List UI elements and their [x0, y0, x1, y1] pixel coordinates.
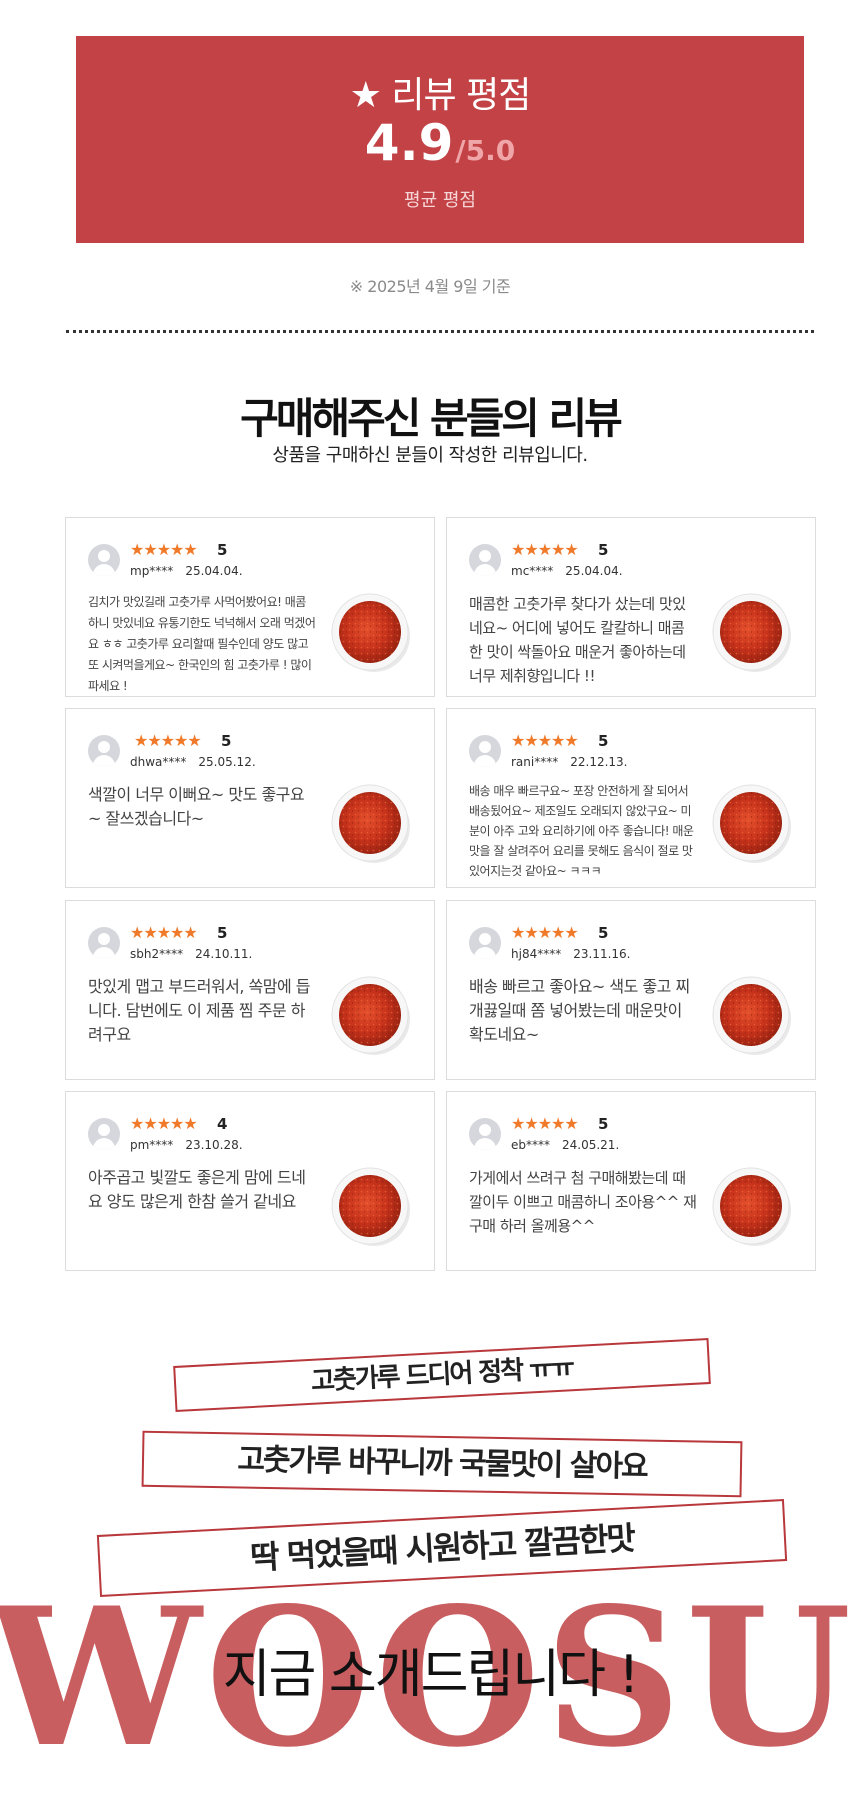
reviews-section-subtitle: 상품을 구매하신 분들이 작성한 리뷰입니다.	[272, 445, 588, 466]
chili-powder-bowl-image	[711, 592, 791, 672]
review-date: 22.12.13.	[570, 755, 628, 769]
star-rating-icon: ★★★★★	[130, 1114, 198, 1133]
review-score: 5	[221, 732, 232, 750]
intro-heading: 지금 소개드립니다 !	[222, 1645, 640, 1705]
review-text: 매콤한 고춧가루 찾다가 샀는데 맛있네요~ 어디에 넣어도 칼칼하니 매콤한 …	[469, 595, 686, 685]
review-text: 아주곱고 빛깔도 좋은게 맘에 드네요 양도 많은게 한참 쓸거 같네요	[88, 1168, 306, 1211]
rating-basis-note: ※ 2025년 4월 9일 기준	[349, 277, 511, 296]
chili-powder-bowl-image	[711, 1166, 791, 1246]
review-text: 배송 빠르고 좋아요~ 색도 좋고 찌개끓일때 쫌 넣어봤는데 매운맛이 확도네…	[469, 977, 690, 1044]
review-text: 가게에서 쓰려구 첨 구매해봤는데 때깔이두 이쁘고 매콤하니 조아용^^ 재구…	[469, 1169, 697, 1235]
review-score: 4	[217, 1115, 228, 1133]
review-user: eb****	[511, 1138, 550, 1152]
review-meta: mp**** 25.04.04.	[130, 564, 243, 578]
chili-powder-bowl-image	[711, 783, 791, 863]
avatar	[469, 735, 501, 767]
review-user: hj84****	[511, 947, 562, 961]
review-score: 5	[598, 541, 609, 559]
review-date: 25.05.12.	[198, 755, 256, 769]
review-date: 24.05.21.	[562, 1138, 620, 1152]
avatar	[88, 927, 120, 959]
avatar	[469, 927, 501, 959]
avatar	[469, 544, 501, 576]
review-date: 23.10.28.	[185, 1138, 243, 1152]
star-rating-icon: ★★★★★	[130, 540, 198, 559]
review-user: dhwa****	[130, 755, 187, 769]
review-user: mc****	[511, 564, 554, 578]
rating-caption: 평균 평점	[404, 190, 476, 211]
avatar	[88, 1118, 120, 1150]
review-score: 5	[598, 732, 609, 750]
review-user: pm****	[130, 1138, 174, 1152]
review-card: ★★★★★ 5 eb**** 24.05.21. 가게에서 쓰려구 첨 구매해봤는…	[446, 1091, 816, 1271]
review-meta: hj84**** 23.11.16.	[511, 947, 630, 961]
review-card: ★★★★★ 5 rani**** 22.12.13. 배송 매우 빠르구요~ 포장…	[446, 708, 816, 888]
review-text: 맛있게 맵고 부드러워서, 쏙맘에 듭니다. 담번에도 이 제품 찜 주문 하려…	[88, 977, 311, 1044]
review-card: ★★★★★ 5 dhwa**** 25.05.12. 색깔이 너무 이뻐요~ 맛도…	[65, 708, 435, 888]
chili-powder-bowl-image	[330, 975, 410, 1055]
star-rating-icon: ★★★★★	[511, 731, 579, 750]
review-score: 5	[217, 924, 228, 942]
review-date: 25.04.04.	[185, 564, 243, 578]
review-date: 24.10.11.	[195, 947, 253, 961]
review-text: 색깔이 너무 이뻐요~ 맛도 좋구요~ 잘쓰겠습니다~	[88, 785, 305, 828]
review-meta: mc**** 25.04.04.	[511, 564, 623, 578]
review-date: 23.11.16.	[573, 947, 631, 961]
chili-powder-bowl-image	[711, 975, 791, 1055]
rating-score-max: /5.0	[455, 134, 516, 167]
review-text: 배송 매우 빠르구요~ 포장 안전하게 잘 되어서 배송됬어요~ 제조일도 오래…	[469, 784, 694, 878]
review-meta: rani**** 22.12.13.	[511, 755, 628, 769]
review-score: 5	[598, 1115, 609, 1133]
avatar	[469, 1118, 501, 1150]
review-meta: eb**** 24.05.21.	[511, 1138, 619, 1152]
review-card: ★★★★★ 5 hj84**** 23.11.16. 배송 빠르고 좋아요~ 색도…	[446, 900, 816, 1080]
dotted-divider	[66, 330, 814, 333]
chili-powder-bowl-image	[330, 1166, 410, 1246]
review-score: 5	[217, 541, 228, 559]
review-meta: sbh2**** 24.10.11.	[130, 947, 252, 961]
star-rating-icon: ★★★★★	[511, 1114, 579, 1133]
rating-score: 4.9/5.0	[76, 118, 804, 168]
star-rating-icon: ★★★★★	[511, 923, 579, 942]
avatar	[88, 735, 120, 767]
avatar	[88, 544, 120, 576]
rating-summary-box: ★ 리뷰 평점 4.9/5.0 평균 평점	[76, 36, 804, 243]
review-user: mp****	[130, 564, 174, 578]
review-user: rani****	[511, 755, 559, 769]
review-meta: pm**** 23.10.28.	[130, 1138, 243, 1152]
review-card: ★★★★★ 5 mp**** 25.04.04. 김치가 맛있길래 고춧가루 사먹…	[65, 517, 435, 697]
star-rating-icon: ★★★★★	[511, 540, 579, 559]
review-text: 김치가 맛있길래 고춧가루 사먹어봤어요! 매콤하니 맛있네요 유통기한도 넉넉…	[88, 595, 316, 693]
review-card: ★★★★★ 4 pm**** 23.10.28. 아주곱고 빛깔도 좋은게 맘에 …	[65, 1091, 435, 1271]
reviews-section-title: 구매해주신 분들의 리뷰	[240, 394, 623, 443]
quote-banner: 고춧가루 바꾸니까 국물맛이 살아요	[141, 1430, 743, 1498]
chili-powder-bowl-image	[330, 783, 410, 863]
review-score: 5	[598, 924, 609, 942]
quote-banner: 고춧가루 드디어 정착 ㅠㅠ	[173, 1338, 711, 1412]
star-rating-icon: ★★★★★	[130, 923, 198, 942]
rating-title: ★ 리뷰 평점	[349, 75, 532, 116]
review-user: sbh2****	[130, 947, 184, 961]
rating-score-value: 4.9	[364, 114, 454, 172]
review-date: 25.04.04.	[565, 564, 623, 578]
review-card: ★★★★★ 5 sbh2**** 24.10.11. 맛있게 맵고 부드러워서, …	[65, 900, 435, 1080]
chili-powder-bowl-image	[330, 592, 410, 672]
review-meta: dhwa**** 25.05.12.	[130, 755, 256, 769]
star-rating-icon: ★★★★★	[134, 731, 202, 750]
review-card: ★★★★★ 5 mc**** 25.04.04. 매콤한 고춧가루 찾다가 샀는데…	[446, 517, 816, 697]
